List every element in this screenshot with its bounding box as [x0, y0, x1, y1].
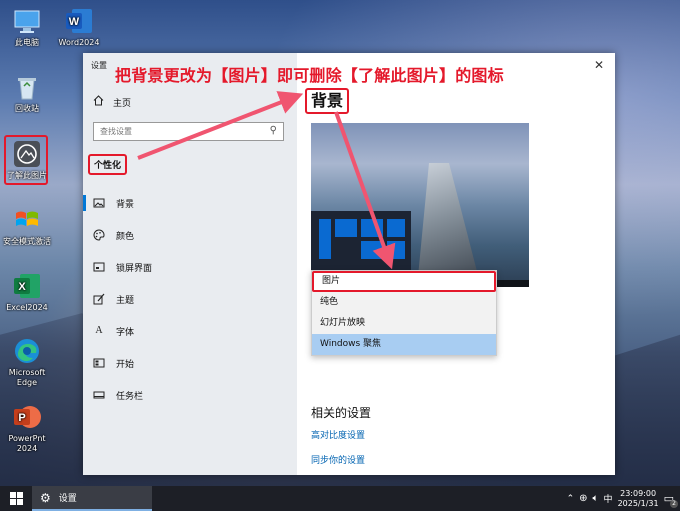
- desktop-icon-powerpoint[interactable]: P PowerPnt 2024: [2, 402, 52, 454]
- related-settings-title: 相关的设置: [311, 406, 372, 420]
- word-icon: W: [64, 6, 94, 36]
- theme-icon: [93, 293, 105, 305]
- preview-pier: [417, 163, 481, 287]
- notification-icon[interactable]: ▭ 2: [664, 492, 678, 508]
- nav-item-label: 主题: [116, 295, 135, 306]
- computer-icon: [12, 6, 42, 36]
- desktop-icon-recycle-bin[interactable]: 回收站: [2, 72, 52, 114]
- recycle-bin-icon: [12, 72, 42, 102]
- nav-item-background[interactable]: 背景: [83, 192, 297, 214]
- nav-home[interactable]: 主页: [93, 95, 131, 109]
- settings-search-box[interactable]: ⚲: [93, 122, 284, 141]
- window-title: 设置: [91, 61, 107, 70]
- desktop-icon-label: 此电脑: [15, 38, 39, 47]
- start-icon: [93, 357, 105, 369]
- settings-nav-pane: 设置 主页 ⚲ 个性化 背景 颜色: [83, 53, 297, 475]
- picture-icon: [93, 197, 105, 209]
- clock[interactable]: 23:09:00 2025/1/31: [618, 489, 659, 509]
- desktop-icon-edge[interactable]: Microsoft Edge: [2, 336, 52, 388]
- desktop-icon-label: 回收站: [15, 104, 39, 113]
- desktop-icon-label: PowerPnt 2024: [8, 434, 46, 453]
- desktop-icon-label: Excel2024: [6, 303, 48, 312]
- notification-count: 2: [670, 500, 678, 508]
- dropdown-option-picture[interactable]: 图片: [312, 271, 496, 292]
- desktop-icon-label: 安全模式激活: [3, 237, 51, 246]
- preview-tile: [335, 219, 357, 237]
- page-title: 背景: [305, 88, 350, 114]
- search-icon[interactable]: ⚲: [270, 125, 277, 136]
- system-tray: ⌃ ⊕ 🔈︎ 中 23:09:00 2025/1/31 ▭ 2: [567, 486, 680, 511]
- network-icon[interactable]: ⊕: [579, 493, 587, 504]
- close-button[interactable]: ✕: [591, 57, 607, 73]
- sync-settings-link[interactable]: 同步你的设置: [311, 453, 365, 466]
- settings-main-pane: ✕ 背景 图片 纯色 幻灯片放映 Windows 聚焦 相关的设置 高对比度设置…: [297, 53, 615, 475]
- windows-logo-icon: [9, 492, 23, 505]
- preview-tile: [319, 219, 331, 259]
- nav-item-lock-screen[interactable]: 锁屏界面: [83, 256, 297, 278]
- high-contrast-link[interactable]: 高对比度设置: [311, 428, 365, 441]
- svg-text:W: W: [69, 16, 80, 28]
- preview-tile: [361, 219, 383, 237]
- nav-home-label: 主页: [113, 98, 132, 109]
- nav-item-taskbar[interactable]: 任务栏: [83, 384, 297, 406]
- clock-date: 2025/1/31: [617, 498, 659, 508]
- dropdown-option-slideshow[interactable]: 幻灯片放映: [312, 313, 496, 334]
- desktop-icon-this-pc[interactable]: 此电脑: [2, 6, 52, 48]
- annotation-text: 把背景更改为【图片】即可删除【了解此图片】的图标: [115, 66, 504, 85]
- clock-time: 23:09:00: [620, 488, 657, 498]
- preview-tile: [387, 241, 405, 259]
- settings-window: 设置 主页 ⚲ 个性化 背景 颜色: [83, 53, 615, 475]
- preview-tile: [361, 241, 383, 259]
- desktop-icon-excel[interactable]: X Excel2024: [2, 271, 52, 313]
- lock-screen-icon: [93, 261, 105, 273]
- dropdown-option-windows-spotlight[interactable]: Windows 聚焦: [312, 334, 496, 355]
- preview-tile: [387, 219, 405, 237]
- desktop-icon-word[interactable]: W Word2024: [54, 6, 104, 48]
- nav-item-label: 任务栏: [116, 391, 144, 402]
- taskbar-settings-app[interactable]: ⚙ 设置: [32, 486, 152, 511]
- desktop-icon-learn-picture[interactable]: 了解此图片: [2, 139, 52, 181]
- nav-item-label: 字体: [116, 327, 135, 338]
- gear-icon: ⚙: [40, 490, 51, 505]
- volume-icon[interactable]: 🔈︎: [593, 493, 599, 504]
- nav-item-themes[interactable]: 主题: [83, 288, 297, 310]
- desktop-icon-safe-mode[interactable]: 安全模式激活: [2, 205, 52, 247]
- chevron-up-icon[interactable]: ⌃: [567, 494, 575, 504]
- desktop-icon-label: 了解此图片: [7, 171, 47, 180]
- start-button[interactable]: [0, 486, 32, 511]
- dropdown-option-solid-color[interactable]: 纯色: [312, 292, 496, 313]
- background-type-dropdown[interactable]: 图片 纯色 幻灯片放映 Windows 聚焦: [311, 270, 497, 356]
- svg-text:P: P: [18, 412, 25, 424]
- taskbar-app-label: 设置: [58, 494, 77, 504]
- desktop-icon-label: Microsoft Edge: [8, 368, 46, 387]
- font-icon: A: [95, 325, 103, 336]
- section-title-personalization: 个性化: [88, 154, 128, 175]
- nav-item-fonts[interactable]: A 字体: [83, 320, 297, 342]
- learn-about-picture-icon: [12, 139, 42, 169]
- nav-item-label: 开始: [116, 359, 135, 370]
- ime-indicator[interactable]: 中: [604, 492, 613, 505]
- desktop-icon-label: Word2024: [58, 38, 100, 47]
- taskbar-icon: [93, 389, 105, 401]
- close-icon: ✕: [593, 58, 605, 72]
- taskbar: ⚙ 设置 ⌃ ⊕ 🔈︎ 中 23:09:00 2025/1/31 ▭ 2: [0, 486, 680, 511]
- nav-item-colors[interactable]: 颜色: [83, 224, 297, 246]
- nav-item-label: 背景: [116, 199, 135, 210]
- windows-flag-icon: [12, 205, 42, 235]
- home-icon: [93, 95, 104, 109]
- powerpoint-icon: P: [12, 402, 42, 432]
- palette-icon: [93, 229, 105, 241]
- excel-icon: X: [12, 271, 42, 301]
- search-input[interactable]: [94, 123, 262, 140]
- nav-item-label: 颜色: [116, 231, 135, 242]
- nav-item-start[interactable]: 开始: [83, 352, 297, 374]
- edge-icon: [12, 336, 42, 366]
- nav-item-label: 锁屏界面: [116, 263, 153, 274]
- background-preview: [311, 123, 529, 287]
- svg-text:X: X: [18, 281, 26, 293]
